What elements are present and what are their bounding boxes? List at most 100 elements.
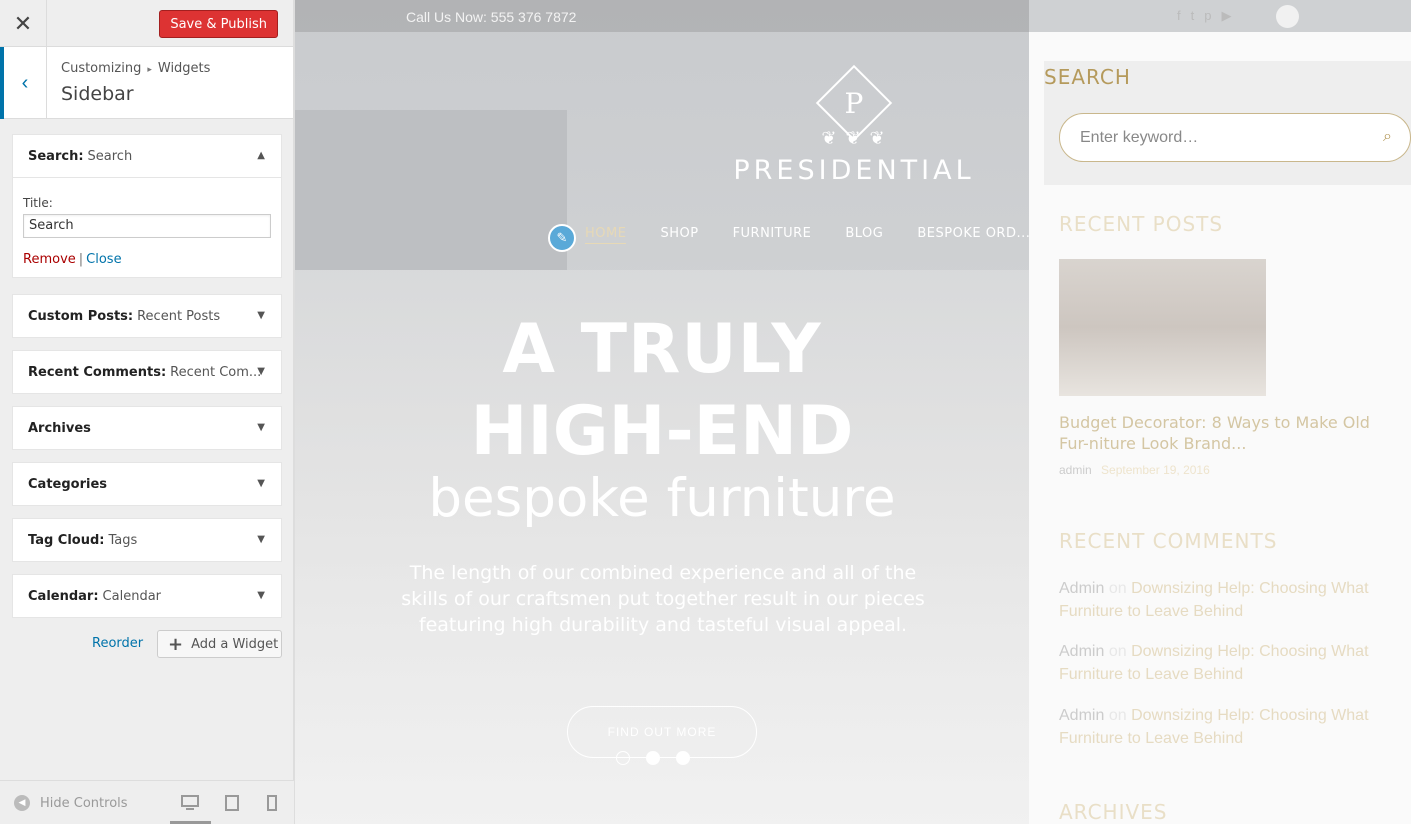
comment-on: on	[1108, 580, 1127, 597]
widget-header-search[interactable]: Search: Search ▲	[13, 135, 281, 177]
search-icon[interactable]: ⌕	[1383, 128, 1392, 146]
slider-dots	[616, 751, 690, 765]
comment-on: on	[1108, 643, 1127, 660]
widget-header-recent-comments[interactable]: Recent Comments: Recent Com... ▼	[13, 351, 281, 393]
widget-header-categories[interactable]: Categories ▼	[13, 463, 281, 505]
comment-item: Admin on Downsizing Help: Choosing What …	[1059, 640, 1404, 686]
title-label: Title:	[23, 196, 53, 210]
close-customizer-button[interactable]: ✕	[0, 0, 47, 47]
slider-dot-active[interactable]	[646, 751, 660, 765]
widget-archives[interactable]: Archives ▼	[12, 406, 282, 450]
breadcrumb-current: Widgets	[157, 61, 211, 76]
archives-title: ARCHIVES	[1059, 800, 1168, 824]
comment-author: Admin	[1059, 580, 1105, 597]
expand-arrow-icon[interactable]: ▼	[257, 478, 265, 489]
post-date: September 19, 2016	[1101, 463, 1210, 477]
customizer-footer: ◀ Hide Controls	[0, 780, 294, 824]
nav-item-blog[interactable]: BLOG	[845, 226, 883, 244]
hide-controls-label: Hide Controls	[40, 795, 128, 811]
widget-search: Search: Search ▲ Title: Search Remove | Cl…	[12, 134, 282, 278]
pinterest-icon[interactable]: p	[1204, 8, 1211, 24]
site-search-icon[interactable]	[1276, 5, 1299, 28]
widget-actions: Remove | Close	[23, 252, 271, 267]
post-title-link[interactable]: Budget Decorator: 8 Ways to Make Old Fur…	[1059, 412, 1404, 454]
expand-arrow-icon[interactable]: ▼	[257, 366, 265, 377]
comment-post-link[interactable]: Downsizing Help: Choosing What Furniture…	[1059, 707, 1369, 747]
remove-link[interactable]: Remove	[23, 252, 76, 267]
widget-title: Recent Com...	[170, 364, 262, 380]
nav-item-home[interactable]: HOME	[585, 226, 627, 244]
widget-recent-comments[interactable]: Recent Comments: Recent Com... ▼	[12, 350, 282, 394]
widget-title: Calendar	[102, 588, 162, 604]
nav-item-shop[interactable]: SHOP	[660, 226, 698, 244]
search-placeholder: Enter keyword…	[1080, 128, 1199, 146]
youtube-icon[interactable]: ▶	[1221, 8, 1231, 24]
nav-item-furniture[interactable]: FURNITURE	[733, 226, 812, 244]
close-link[interactable]: Close	[86, 252, 121, 267]
recent-posts-title: RECENT POSTS	[1059, 212, 1224, 236]
hero-description: The length of our combined experience an…	[401, 562, 925, 636]
back-button[interactable]: ‹	[0, 47, 47, 119]
expand-arrow-icon[interactable]: ▼	[257, 422, 265, 433]
nav-item-bespoke-orders[interactable]: BESPOKE ORD...	[917, 226, 1030, 244]
widget-title: Search	[87, 148, 133, 164]
widget-header-tag-cloud[interactable]: Tag Cloud: Tags ▼	[13, 519, 281, 561]
collapse-arrow-icon[interactable]: ▲	[257, 150, 265, 161]
mobile-preview-icon[interactable]	[267, 795, 277, 814]
title-input[interactable]: Search	[23, 214, 271, 238]
comment-post-link[interactable]: Downsizing Help: Choosing What Furniture…	[1059, 643, 1369, 683]
add-widget-button[interactable]: + Add a Widget	[157, 630, 282, 658]
call-us-text: Call Us Now: 555 376 7872	[406, 9, 577, 25]
breadcrumb-separator-icon: ▸	[147, 65, 152, 75]
close-icon: ✕	[13, 10, 33, 36]
desktop-preview-icon[interactable]	[181, 795, 199, 814]
widget-title: Recent Posts	[137, 308, 221, 324]
social-links: f t p ▶	[1177, 8, 1231, 24]
hero-headline-2: HIGH-END	[470, 392, 854, 471]
collapse-circle-icon: ◀	[14, 795, 30, 811]
widget-header-archives[interactable]: Archives ▼	[13, 407, 281, 449]
logo-text: PRESIDENTIAL	[733, 155, 975, 186]
expand-arrow-icon[interactable]: ▼	[257, 534, 265, 545]
main-nav: HOME SHOP FURNITURE BLOG BESPOKE ORD...	[585, 226, 1030, 244]
edit-shortcut-pencil-icon[interactable]: ✎	[548, 224, 576, 252]
twitter-icon[interactable]: t	[1191, 8, 1195, 24]
hero-headline-3: bespoke furniture	[428, 468, 896, 529]
hide-controls-button[interactable]: ◀ Hide Controls	[14, 795, 128, 811]
plus-icon: +	[168, 633, 184, 655]
search-input[interactable]: Enter keyword… ⌕	[1059, 113, 1411, 162]
widget-type: Categories	[28, 476, 108, 492]
widget-header-custom-posts[interactable]: Custom Posts: Recent Posts ▼	[13, 295, 281, 337]
widget-calendar[interactable]: Calendar: Calendar ▼	[12, 574, 282, 618]
widget-form-search: Title: Search Remove | Close	[13, 177, 281, 277]
widget-custom-posts[interactable]: Custom Posts: Recent Posts ▼	[12, 294, 282, 338]
post-thumbnail[interactable]	[1059, 259, 1266, 396]
add-widget-label: Add a Widget	[191, 636, 279, 652]
facebook-icon[interactable]: f	[1177, 8, 1181, 24]
save-publish-button[interactable]: Save & Publish	[159, 10, 278, 38]
tablet-preview-icon[interactable]	[225, 795, 239, 814]
comment-post-link[interactable]: Downsizing Help: Choosing What Furniture…	[1059, 580, 1369, 620]
widget-type: Calendar:	[28, 588, 99, 604]
site-topbar: Call Us Now: 555 376 7872	[295, 0, 1029, 32]
expand-arrow-icon[interactable]: ▼	[257, 310, 265, 321]
comment-item: Admin on Downsizing Help: Choosing What …	[1059, 704, 1404, 750]
slider-dot[interactable]	[616, 751, 630, 765]
site-preview: Call Us Now: 555 376 7872 f t p ▶ P ❦ ❦ …	[295, 0, 1411, 824]
breadcrumb: Customizing ▸ Widgets	[61, 61, 210, 76]
hero-background-tv	[295, 110, 567, 270]
slider-dot[interactable]	[676, 751, 690, 765]
comment-item: Admin on Downsizing Help: Choosing What …	[1059, 577, 1404, 623]
post-author[interactable]: admin	[1059, 463, 1092, 477]
comment-author: Admin	[1059, 643, 1105, 660]
expand-arrow-icon[interactable]: ▼	[257, 590, 265, 601]
widget-tag-cloud[interactable]: Tag Cloud: Tags ▼	[12, 518, 282, 562]
reorder-link[interactable]: Reorder	[92, 636, 143, 651]
widget-categories[interactable]: Categories ▼	[12, 462, 282, 506]
search-widget-title: SEARCH	[1044, 65, 1131, 89]
site-logo[interactable]: P ❦ ❦ ❦ PRESIDENTIAL	[729, 64, 979, 186]
section-header: ‹ Customizing ▸ Widgets Sidebar	[0, 47, 293, 119]
customizer-panel: ✕ Save & Publish ‹ Customizing ▸ Widgets S…	[0, 0, 294, 824]
widget-type: Tag Cloud:	[28, 532, 105, 548]
widget-header-calendar[interactable]: Calendar: Calendar ▼	[13, 575, 281, 617]
